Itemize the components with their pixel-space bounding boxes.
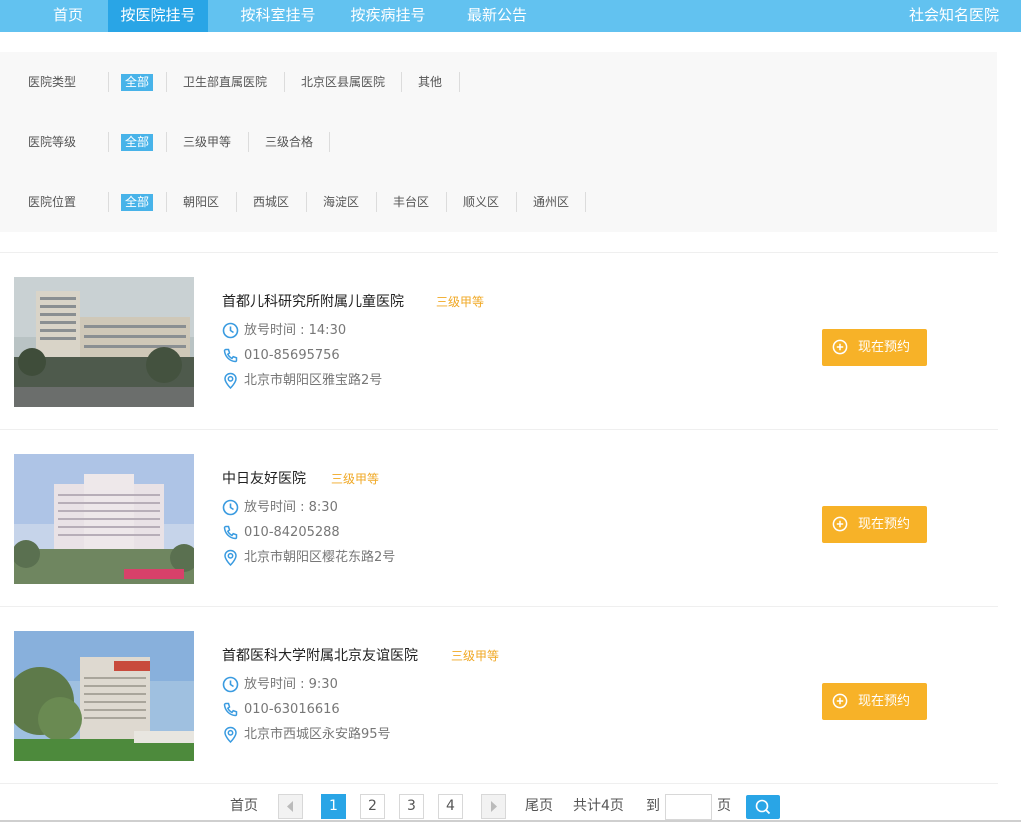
release-time: 放号时间 : 14:30 [244, 323, 347, 338]
filter-panel: 医院类型 全部 卫生部直属医院 北京区县属医院 其他 医院等级 全部 三级甲等 … [0, 52, 997, 232]
filter-option[interactable]: 三级甲等 [166, 132, 231, 152]
nav-famous-hospitals[interactable]: 社会知名医院 [909, 0, 999, 32]
book-now-label: 现在预约 [858, 694, 911, 709]
clock-icon [222, 322, 239, 339]
filter-option-all[interactable]: 全部 [108, 72, 154, 92]
page-number[interactable]: 2 [360, 794, 385, 819]
hospital-card: 首都儿科研究所附属儿童医院 三级甲等 放号时间 : 14:30 010-8569… [0, 253, 998, 430]
filter-row-type: 医院类型 全部 卫生部直属医院 北京区县属医院 其他 [0, 72, 997, 92]
prev-page-button[interactable] [278, 794, 303, 819]
phone-number: 010-85695756 [244, 348, 340, 363]
hospital-photo[interactable] [14, 277, 194, 407]
release-time: 放号时间 : 8:30 [244, 500, 338, 515]
filter-option[interactable]: 丰台区 [376, 192, 429, 212]
location-pin-icon [224, 372, 237, 389]
plus-circle-icon [832, 516, 848, 532]
filter-option[interactable]: 西城区 [236, 192, 289, 212]
book-now-button[interactable]: 现在预约 [822, 329, 927, 366]
goto-search-button[interactable] [746, 795, 780, 819]
filter-option-all[interactable]: 全部 [108, 132, 154, 152]
filter-option[interactable]: 海淀区 [306, 192, 359, 212]
hospital-name[interactable]: 首都医科大学附属北京友谊医院 [222, 645, 418, 665]
divider [585, 192, 586, 212]
chevron-right-icon [491, 801, 497, 812]
book-now-button[interactable]: 现在预约 [822, 506, 927, 543]
first-page-link[interactable]: 首页 [230, 793, 258, 819]
filter-option[interactable]: 三级合格 [248, 132, 313, 152]
nav-by-department[interactable]: 按科室挂号 [228, 0, 328, 32]
hospital-card: 中日友好医院 三级甲等 放号时间 : 8:30 010-84205288 北京市… [0, 430, 998, 607]
filter-option-all[interactable]: 全部 [108, 192, 154, 212]
address: 北京市朝阳区樱花东路2号 [244, 550, 396, 565]
nav-by-disease[interactable]: 按疾病挂号 [338, 0, 438, 32]
page-suffix-label: 页 [717, 798, 731, 814]
address: 北京市朝阳区雅宝路2号 [244, 373, 383, 388]
hospital-photo[interactable] [14, 454, 194, 584]
nav-announcements[interactable]: 最新公告 [452, 0, 542, 32]
clock-icon [222, 676, 239, 693]
filter-label: 医院等级 [28, 135, 77, 149]
filter-label: 医院位置 [28, 195, 77, 209]
search-icon [755, 799, 771, 815]
goto-page-input[interactable] [665, 794, 712, 820]
nav-by-hospital[interactable]: 按医院挂号 [108, 0, 208, 32]
book-now-label: 现在预约 [858, 517, 911, 532]
filter-option[interactable]: 其他 [401, 72, 442, 92]
hospital-level-badge: 三级甲等 [451, 649, 500, 663]
divider [459, 72, 460, 92]
plus-circle-icon [832, 693, 848, 709]
location-pin-icon [224, 726, 237, 743]
hospital-photo[interactable] [14, 631, 194, 761]
pagination: 首页 1 2 3 4 尾页 共计4页 到 页 [0, 793, 1021, 821]
plus-circle-icon [832, 339, 848, 355]
filter-option[interactable]: 顺义区 [446, 192, 499, 212]
address: 北京市西城区永安路95号 [244, 727, 391, 742]
phone-icon [223, 348, 238, 363]
location-pin-icon [224, 549, 237, 566]
clock-icon [222, 499, 239, 516]
phone-icon [223, 702, 238, 717]
hospital-name[interactable]: 中日友好医院 [222, 468, 306, 488]
last-page-link[interactable]: 尾页 [525, 793, 553, 819]
page-number[interactable]: 3 [399, 794, 424, 819]
filter-row-level: 医院等级 全部 三级甲等 三级合格 [0, 132, 997, 152]
book-now-button[interactable]: 现在预约 [822, 683, 927, 720]
hospital-level-badge: 三级甲等 [331, 472, 380, 486]
top-nav: 首页 按医院挂号 按科室挂号 按疾病挂号 最新公告 社会知名医院 [0, 0, 1021, 32]
hospital-name[interactable]: 首都儿科研究所附属儿童医院 [222, 291, 404, 311]
release-time: 放号时间 : 9:30 [244, 677, 338, 692]
filter-option[interactable]: 通州区 [516, 192, 569, 212]
hospital-list: 首都儿科研究所附属儿童医院 三级甲等 放号时间 : 14:30 010-8569… [0, 252, 998, 784]
page-number[interactable]: 1 [321, 794, 346, 819]
total-pages-label: 共计4页 [573, 798, 624, 814]
phone-number: 010-63016616 [244, 702, 340, 717]
filter-option[interactable]: 卫生部直属医院 [166, 72, 267, 92]
filter-option[interactable]: 朝阳区 [166, 192, 219, 212]
hospital-card: 首都医科大学附属北京友谊医院 三级甲等 放号时间 : 9:30 010-6301… [0, 607, 998, 784]
goto-label: 到 [646, 798, 660, 814]
book-now-label: 现在预约 [858, 340, 911, 355]
page-number[interactable]: 4 [438, 794, 463, 819]
divider [329, 132, 330, 152]
filter-label: 医院类型 [28, 75, 77, 89]
filter-row-location: 医院位置 全部 朝阳区 西城区 海淀区 丰台区 顺义区 通州区 [0, 192, 997, 212]
filter-option[interactable]: 北京区县属医院 [284, 72, 385, 92]
phone-number: 010-84205288 [244, 525, 340, 540]
chevron-left-icon [287, 801, 293, 812]
phone-icon [223, 525, 238, 540]
nav-home[interactable]: 首页 [38, 0, 98, 32]
hospital-level-badge: 三级甲等 [436, 295, 485, 309]
next-page-button[interactable] [481, 794, 506, 819]
